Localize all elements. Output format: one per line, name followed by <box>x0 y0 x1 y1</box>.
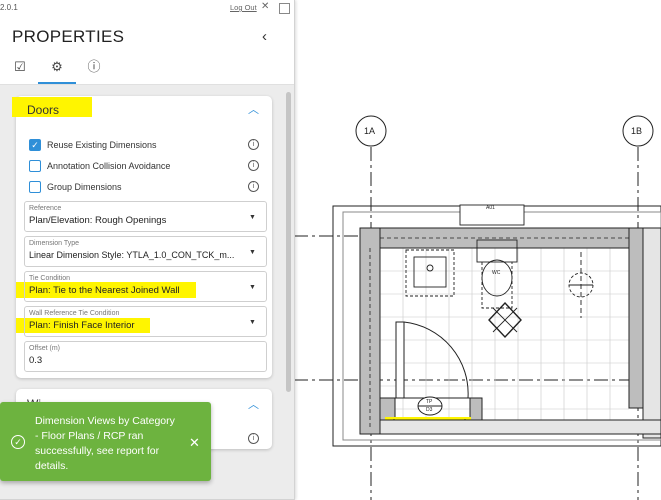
tie-condition-select[interactable]: Tie Condition Plan: Tie to the Nearest J… <box>24 271 267 302</box>
group-dimensions-label: Group Dimensions <box>47 182 122 192</box>
tie-condition-value: Plan: Tie to the Nearest Joined Wall <box>29 285 180 296</box>
reference-select[interactable]: Reference Plan/Elevation: Rough Openings… <box>24 201 267 232</box>
check-circle-icon: ✓ <box>11 435 25 449</box>
panel-scrollbar[interactable] <box>286 92 291 392</box>
grid-label-1a: 1A <box>364 126 376 136</box>
fixture-tag-label: A01 <box>486 205 495 211</box>
chevron-left-icon[interactable]: ‹ <box>262 28 267 45</box>
wall-bottom[interactable] <box>379 419 661 435</box>
doors-section-title[interactable]: Doors <box>27 103 59 117</box>
wall-bottom-left-stub[interactable] <box>379 397 396 421</box>
sink-basin <box>413 256 447 288</box>
success-toast: ✓ Dimension Views by Category - Floor Pl… <box>0 402 211 481</box>
properties-panel: 2.0.1 Log Out ✕ PROPERTIES ‹ ☑ ⚙ ⓘ Doors… <box>0 0 295 500</box>
wall-reference-label: Wall Reference Tie Condition <box>29 310 120 317</box>
info-icon[interactable]: i <box>248 433 259 444</box>
wall-reference-tie-select[interactable]: Wall Reference Tie Condition Plan: Finis… <box>24 306 267 337</box>
tab-info[interactable]: ⓘ <box>84 57 104 77</box>
wall-top[interactable] <box>359 227 661 249</box>
tie-condition-label: Tie Condition <box>29 275 70 282</box>
caret-down-icon: ▼ <box>249 249 256 256</box>
info-icon: ⓘ <box>87 59 101 74</box>
panel-title: PROPERTIES <box>12 27 125 46</box>
chevron-up-icon[interactable]: ︿ <box>248 101 259 117</box>
floor-tile-grid <box>379 247 629 420</box>
reuse-dimensions-checkbox[interactable]: ✓ <box>29 139 41 151</box>
info-icon[interactable]: i <box>248 139 259 150</box>
close-icon[interactable]: ✕ <box>189 435 200 451</box>
info-icon[interactable]: i <box>248 181 259 192</box>
offset-value: 0.3 <box>29 355 43 366</box>
caret-down-icon: ▼ <box>249 214 256 221</box>
dimension-type-select[interactable]: Dimension Type Linear Dimension Style: Y… <box>24 236 267 267</box>
toilet-bowl[interactable] <box>481 259 513 297</box>
checklist-icon: ☑ <box>14 59 26 74</box>
offset-input[interactable]: Offset (m) 0.3 <box>24 341 267 372</box>
close-icon[interactable]: ✕ <box>261 1 269 12</box>
door-tag-bottom-label: D3 <box>426 407 433 413</box>
caret-down-icon: ▼ <box>249 284 256 291</box>
tab-settings[interactable]: ⚙ <box>47 57 67 77</box>
door-leaf[interactable] <box>395 321 405 399</box>
offset-label: Offset (m) <box>29 345 60 352</box>
grid-label-1b: 1B <box>631 126 643 136</box>
chevron-up-icon[interactable]: ︿ <box>248 396 259 412</box>
room-label-wc: WC <box>492 270 501 276</box>
restore-icon[interactable] <box>279 3 290 14</box>
collision-avoidance-label: Annotation Collision Avoidance <box>47 161 171 171</box>
toast-message: Dimension Views by Category - Floor Plan… <box>35 415 175 472</box>
gear-icon: ⚙ <box>51 59 63 74</box>
group-dimensions-checkbox[interactable] <box>29 181 41 193</box>
tab-checklist[interactable]: ☑ <box>10 57 30 77</box>
wall-reference-value: Plan: Finish Face Interior <box>29 320 135 331</box>
sink-drain <box>426 264 434 272</box>
logout-link[interactable]: Log Out <box>230 3 257 12</box>
door-swing-arc <box>403 321 469 399</box>
version-label: 2.0.1 <box>0 3 18 12</box>
info-icon[interactable]: i <box>248 160 259 171</box>
wall-right-outer <box>642 227 661 439</box>
reuse-dimensions-label: Reuse Existing Dimensions <box>47 140 157 150</box>
reference-value: Plan/Elevation: Rough Openings <box>29 215 167 226</box>
dimension-type-value: Linear Dimension Style: YTLA_1.0_CON_TCK… <box>29 250 235 260</box>
caret-down-icon: ▼ <box>249 319 256 326</box>
reference-label: Reference <box>29 205 62 212</box>
wall-right[interactable] <box>628 227 644 409</box>
dimension-type-label: Dimension Type <box>29 240 80 247</box>
collision-avoidance-checkbox[interactable] <box>29 160 41 172</box>
door-tag-top-label: TP <box>426 399 433 405</box>
